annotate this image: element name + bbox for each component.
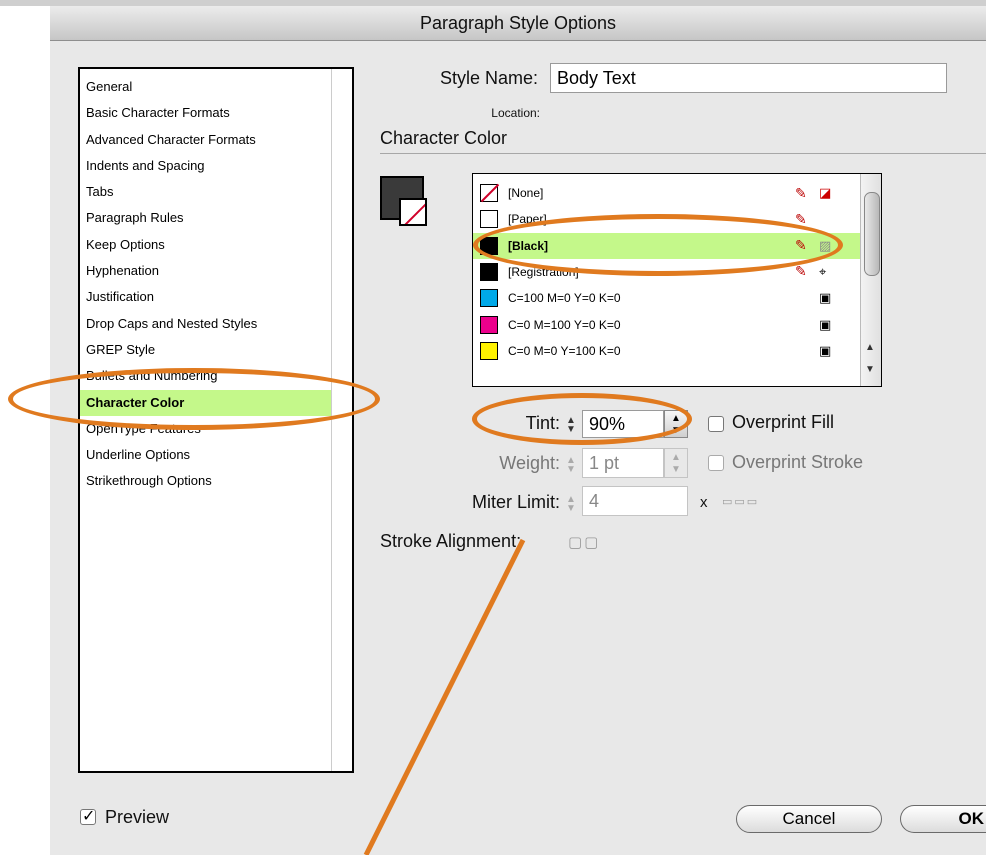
swatch-name: [Paper] xyxy=(508,212,547,227)
process-color-icon: ▨ xyxy=(819,237,832,253)
scrollbar-thumb[interactable] xyxy=(864,192,880,276)
category-item[interactable]: Justification xyxy=(80,284,352,310)
swatch-color-chip xyxy=(480,341,498,360)
swatch-color-chip xyxy=(480,236,498,255)
stroke-swatch-icon[interactable] xyxy=(399,198,427,226)
no-edit-icon: ✎ xyxy=(795,237,807,254)
overprint-fill-checkbox[interactable] xyxy=(708,416,724,432)
overprint-stroke-label: Overprint Stroke xyxy=(732,452,864,472)
category-item[interactable]: Hyphenation xyxy=(80,258,352,284)
style-name-input[interactable]: Body Text xyxy=(550,63,947,93)
no-edit-icon: ✎ xyxy=(795,263,807,280)
swatch-name: [Registration] xyxy=(508,264,579,279)
preview-label: Preview xyxy=(105,807,170,827)
weight-stepper-icon[interactable]: ▲ ▼ xyxy=(566,456,578,475)
swatch-list-scrollbar[interactable]: ▲ ▼ xyxy=(860,174,881,386)
weight-label: Weight: xyxy=(499,453,560,473)
swatch-row[interactable]: [None] ✎ ◪ xyxy=(473,180,875,206)
tint-input[interactable]: 90% xyxy=(582,410,664,438)
category-items: General Basic Character Formats Advanced C… xyxy=(80,69,352,495)
category-item[interactable]: General xyxy=(80,74,352,100)
category-item[interactable]: Tabs xyxy=(80,179,352,205)
weight-dropdown-icon[interactable]: ▲ ▼ xyxy=(664,448,688,478)
category-list[interactable]: General Basic Character Formats Advanced C… xyxy=(78,67,354,773)
swatch-row[interactable]: C=0 M=0 Y=100 K=0 ▣ xyxy=(473,338,875,364)
stroke-alignment-icons[interactable]: ▢▢ xyxy=(568,533,600,551)
swatch-color-chip xyxy=(480,184,498,202)
ok-button[interactable]: OK xyxy=(900,805,986,833)
swatch-row[interactable]: [Registration] ✎ ⌖ xyxy=(473,259,875,285)
category-item[interactable]: Advanced Character Formats xyxy=(80,127,352,153)
category-item[interactable]: Character Color xyxy=(80,389,352,416)
tint-stepper-icon[interactable]: ▲ ▼ xyxy=(566,416,578,435)
swatch-name: C=0 M=0 Y=100 K=0 xyxy=(508,343,621,358)
scroll-down-arrow-icon[interactable]: ▼ xyxy=(865,364,875,375)
category-item[interactable]: Basic Character Formats xyxy=(80,100,352,126)
swatch-row[interactable]: C=0 M=100 Y=0 K=0 ▣ xyxy=(473,312,875,338)
category-item[interactable]: GREP Style xyxy=(80,337,352,363)
swatch-name: C=0 M=100 Y=0 K=0 xyxy=(508,317,621,332)
paragraph-style-options-dialog: Paragraph Style Options General Basic Cha… xyxy=(50,6,986,855)
overprint-fill-label: Overprint Fill xyxy=(732,412,835,432)
section-divider xyxy=(380,153,986,154)
category-item[interactable]: Strikethrough Options xyxy=(80,468,352,494)
swatch-color-chip xyxy=(480,289,498,308)
scroll-up-arrow-icon[interactable]: ▲ xyxy=(865,342,875,353)
stroke-alignment-label: Stroke Alignment: xyxy=(380,531,522,551)
category-item[interactable]: Underline Options xyxy=(80,442,352,468)
section-title: Character Color xyxy=(380,128,508,148)
tint-dropdown-icon[interactable]: ▲ ▼ xyxy=(664,410,688,438)
miter-limit-input[interactable]: 4 xyxy=(582,486,688,516)
cancel-button[interactable]: Cancel xyxy=(736,805,882,833)
weight-input[interactable]: 1 pt xyxy=(582,448,664,478)
style-name-label: Style Name: xyxy=(439,68,538,88)
category-item[interactable]: OpenType Features xyxy=(80,416,352,442)
category-item[interactable]: Keep Options xyxy=(80,232,352,258)
swatch-row[interactable]: [Black] ✎ ▨ xyxy=(473,232,875,259)
swatch-name: [None] xyxy=(508,186,544,200)
category-item[interactable]: Indents and Spacing xyxy=(80,153,352,179)
registration-icon: ⌖ xyxy=(819,263,827,279)
location-label: Location: xyxy=(491,106,540,120)
no-edit-icon: ✎ xyxy=(795,210,807,227)
category-list-scrollbar[interactable] xyxy=(331,69,352,771)
preview-checkbox[interactable] xyxy=(80,806,96,826)
none-swatch-icon: ◪ xyxy=(819,185,832,200)
swatch-row[interactable]: C=100 M=0 Y=0 K=0 ▣ xyxy=(473,285,875,311)
swatch-name: [Black] xyxy=(508,238,549,253)
join-type-icons[interactable]: ▭▭▭ xyxy=(722,495,759,508)
process-color-icon: ▣ xyxy=(819,316,832,332)
miter-stepper-icon[interactable]: ▲ ▼ xyxy=(566,495,578,514)
swatch-color-chip xyxy=(480,210,498,229)
category-item[interactable]: Paragraph Rules xyxy=(80,205,352,231)
category-item[interactable]: Bullets and Numbering xyxy=(80,363,352,389)
overprint-stroke-checkbox[interactable] xyxy=(708,455,724,471)
dialog-title: Paragraph Style Options xyxy=(50,6,986,41)
tint-label: Tint: xyxy=(525,413,560,433)
process-color-icon: ▣ xyxy=(819,290,832,306)
process-color-icon: ▣ xyxy=(819,342,832,358)
miter-unit-label: x xyxy=(700,494,708,511)
swatch-color-chip xyxy=(480,315,498,334)
swatch-color-chip xyxy=(480,262,498,281)
swatch-list[interactable]: [None] ✎ ◪ [Paper] ✎ [Black] ✎ ▨ [Registration] ✎… xyxy=(472,173,882,387)
swatch-row[interactable]: [Paper] ✎ xyxy=(473,206,875,232)
no-edit-icon: ✎ xyxy=(795,184,807,201)
miter-limit-label: Miter Limit: xyxy=(471,492,560,512)
category-item[interactable]: Drop Caps and Nested Styles xyxy=(80,311,352,337)
swatch-name: C=100 M=0 Y=0 K=0 xyxy=(508,291,621,306)
